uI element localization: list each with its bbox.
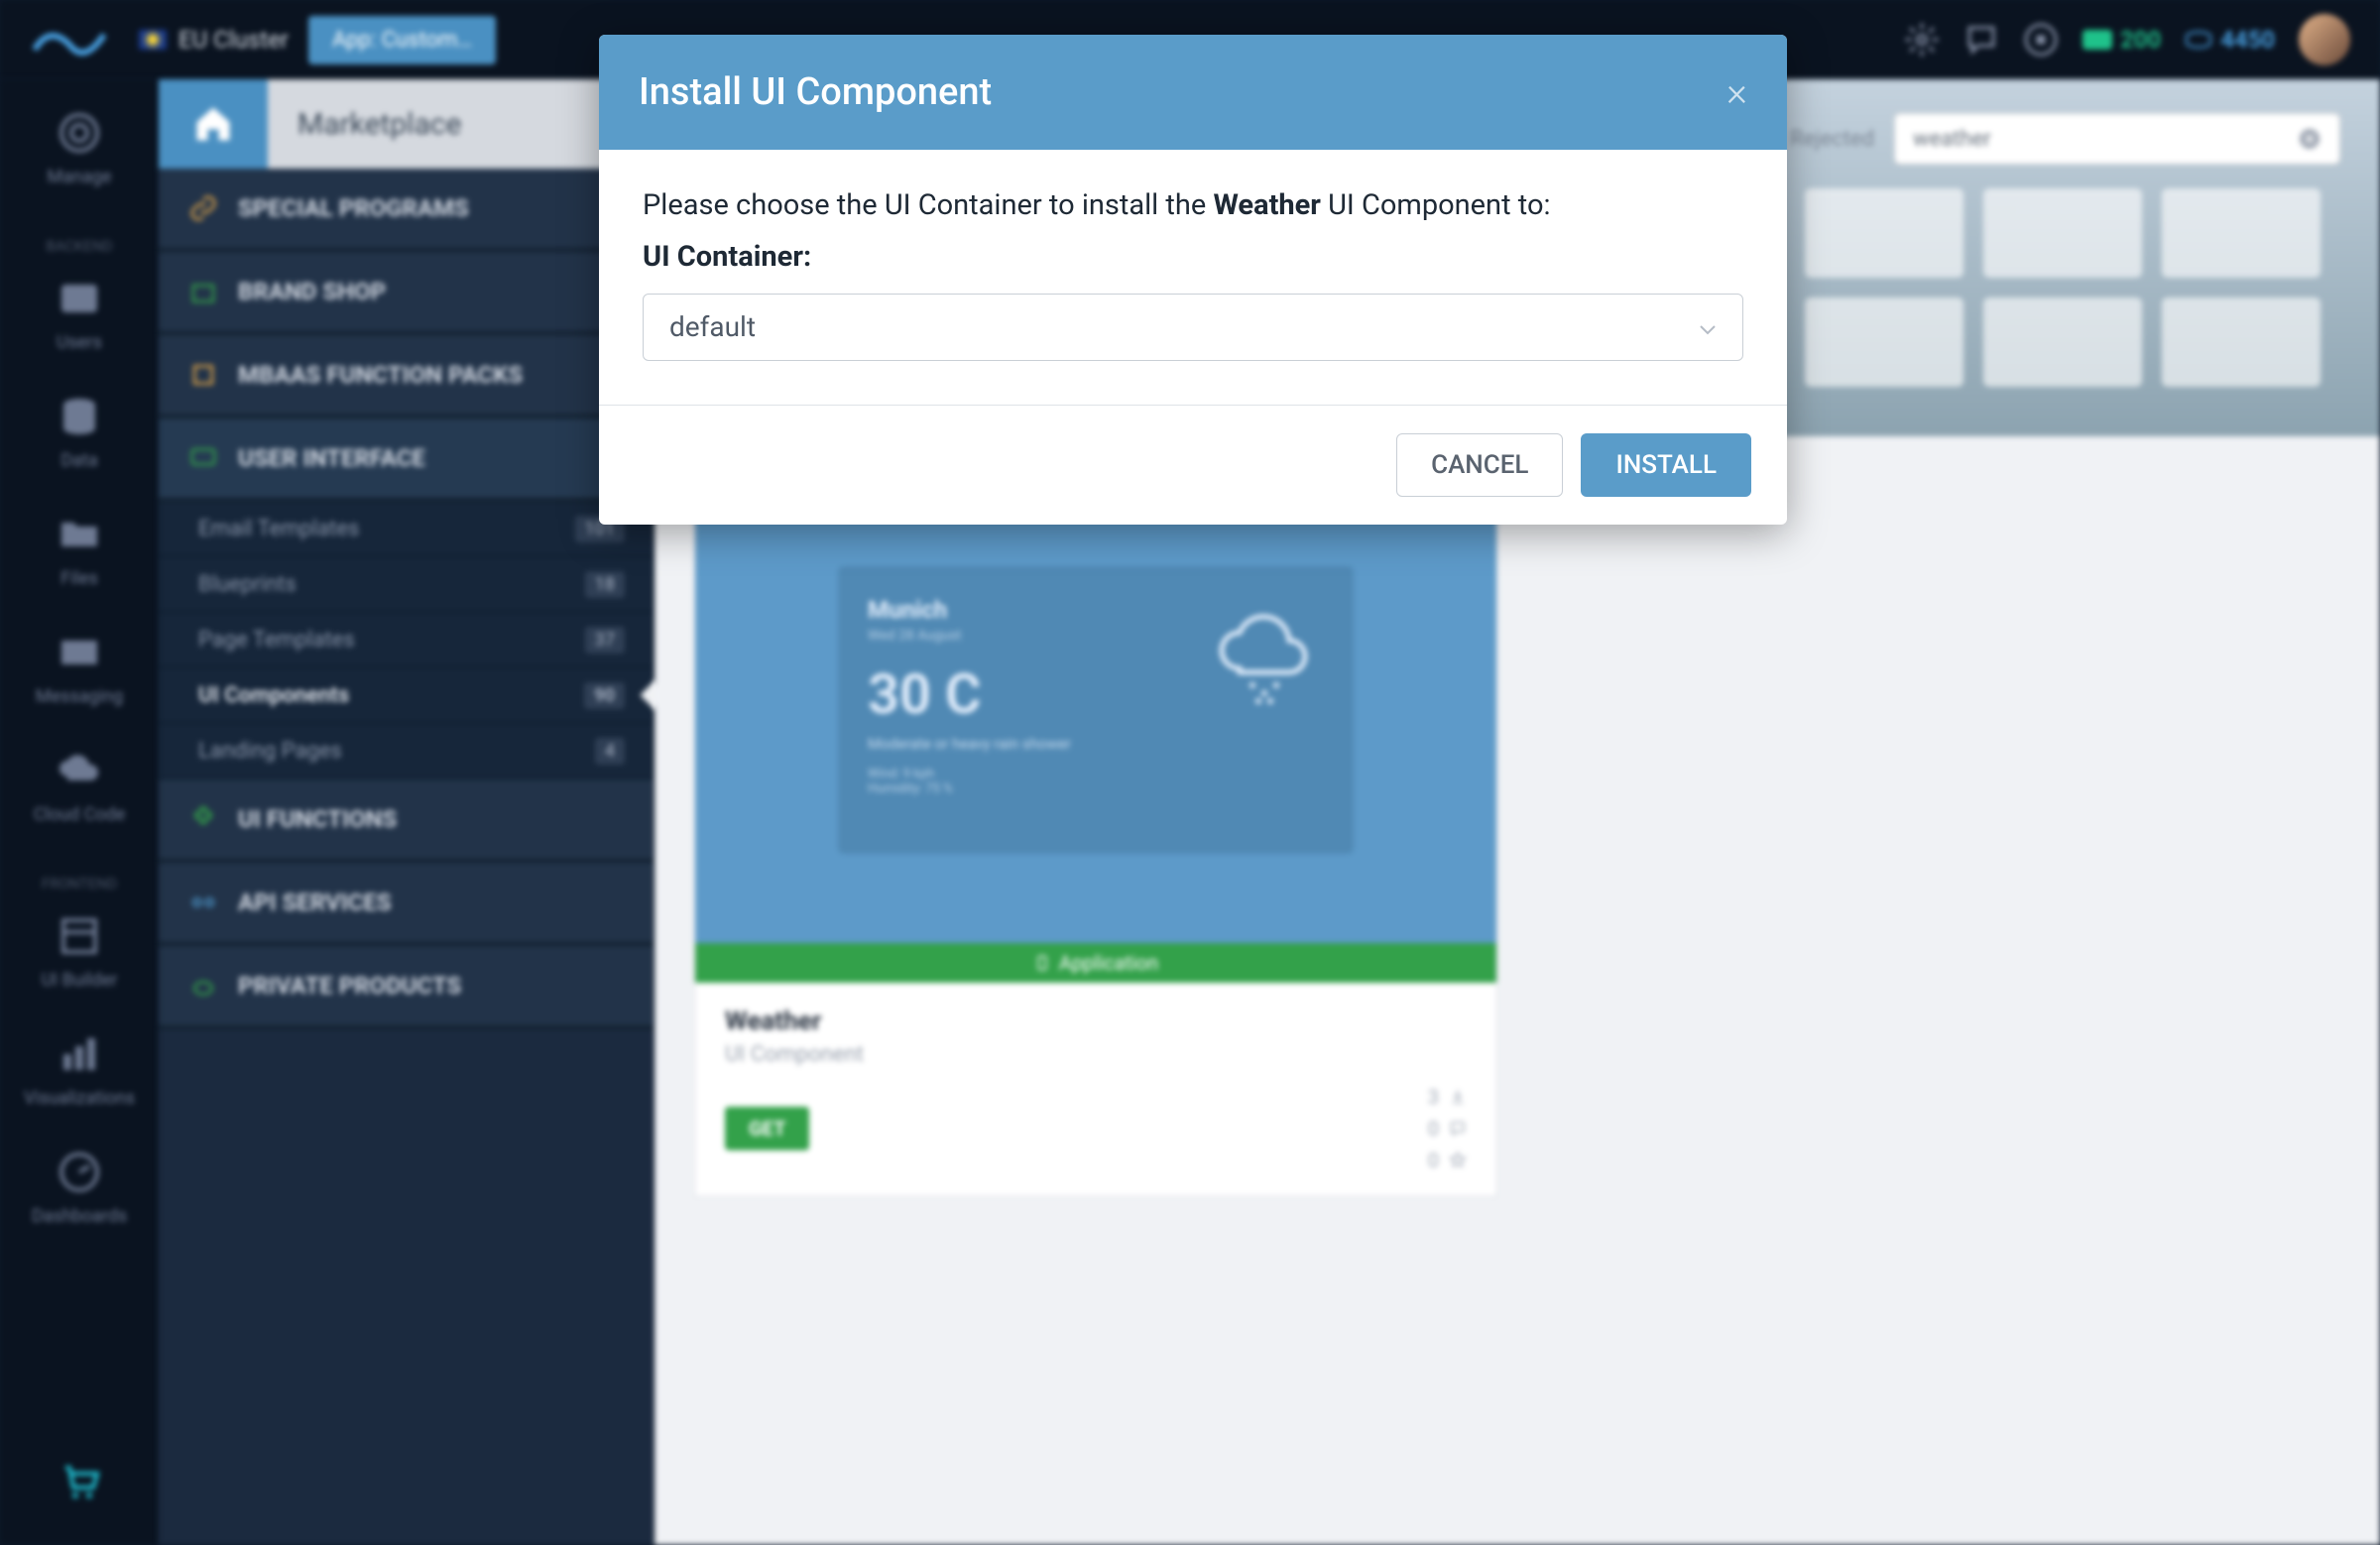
modal-title: Install UI Component — [639, 70, 992, 114]
select-value: default — [669, 310, 756, 343]
cancel-button[interactable]: CANCEL — [1396, 433, 1563, 497]
modal-footer: CANCEL INSTALL — [599, 405, 1787, 525]
modal-field-label: UI Container: — [643, 240, 1743, 274]
chevron-down-icon — [1699, 310, 1717, 343]
install-modal: Install UI Component × Please choose the… — [599, 35, 1787, 525]
install-button[interactable]: INSTALL — [1581, 433, 1751, 497]
ui-container-select[interactable]: default — [643, 294, 1743, 361]
modal-instruction: Please choose the UI Container to instal… — [643, 185, 1743, 226]
close-icon[interactable]: × — [1726, 72, 1747, 112]
modal-header: Install UI Component × — [599, 35, 1787, 150]
